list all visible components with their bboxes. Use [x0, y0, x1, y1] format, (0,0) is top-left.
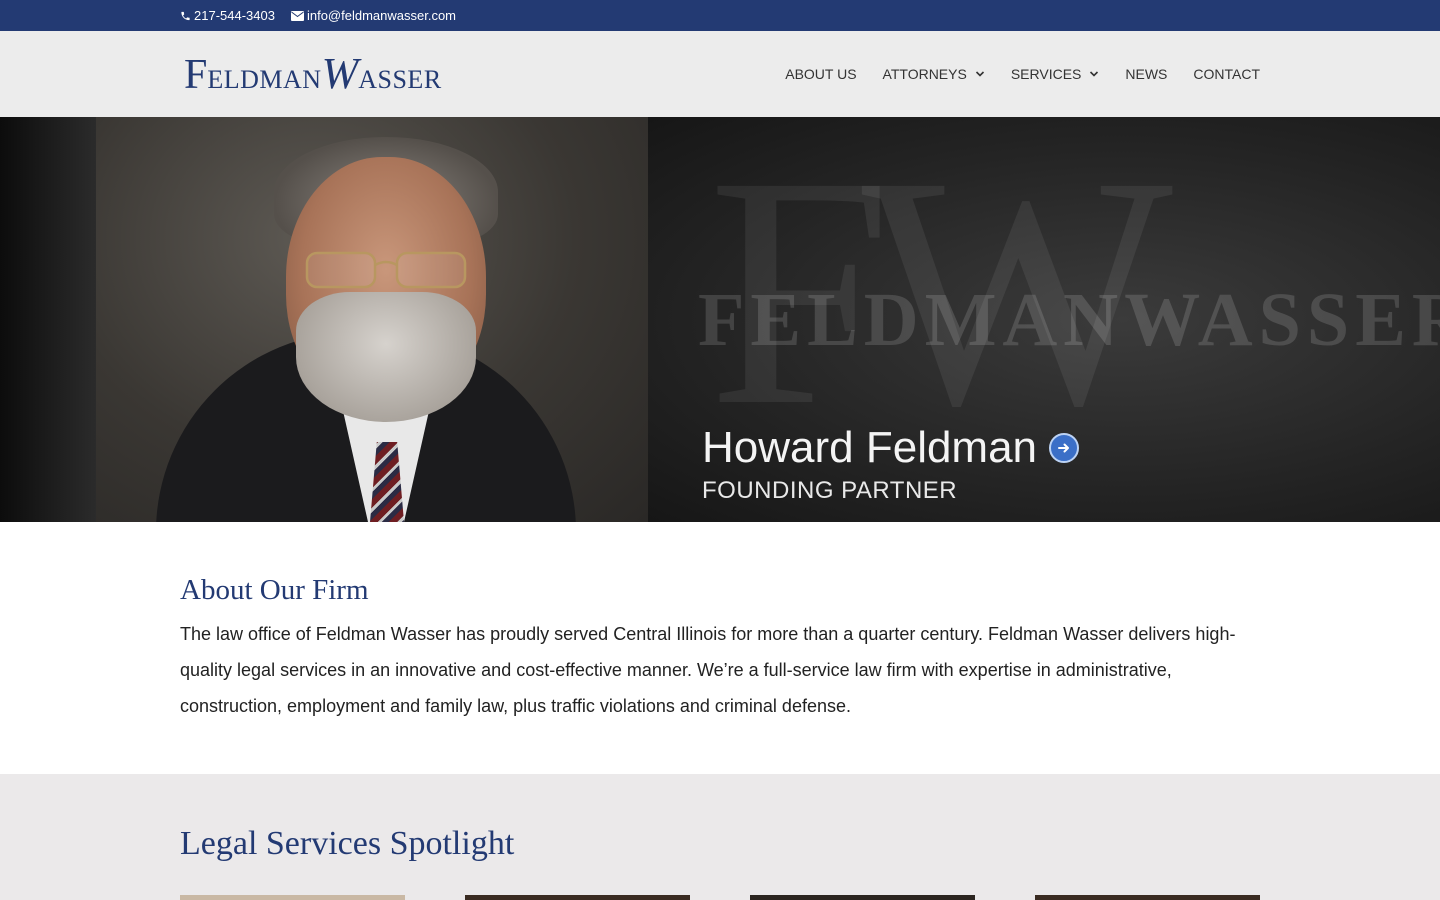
nav-services[interactable]: SERVICES	[1011, 66, 1100, 82]
nav-about-us[interactable]: ABOUT US	[785, 66, 856, 82]
site-header: F ELDMAN W ASSER ABOUT US ATTORNEYS SERV…	[0, 31, 1440, 117]
firm-watermark: FELDMANWASSER	[698, 278, 1440, 362]
envelope-icon	[290, 10, 304, 21]
hero-banner[interactable]: FW FELDMANWASSER Howard Feldman FOUNDING…	[0, 117, 1440, 522]
logo-eldman: ELDMAN	[207, 65, 322, 94]
about-section: About Our Firm The law office of Feldman…	[0, 522, 1440, 774]
spotlight-card-image[interactable]	[180, 895, 405, 900]
phone-icon	[181, 11, 190, 20]
spotlight-cards	[180, 895, 1260, 900]
nav-about-us-label: ABOUT US	[785, 66, 857, 82]
logo-w: W	[321, 49, 359, 98]
spotlight-card-image[interactable]	[465, 895, 690, 900]
nav-news-label: NEWS	[1125, 66, 1168, 82]
spotlight-title: Legal Services Spotlight	[180, 825, 515, 862]
hero-left-shadow	[0, 117, 96, 522]
logo-f: F	[184, 52, 208, 98]
arrow-right-circle-icon[interactable]	[1049, 433, 1080, 463]
hero-attorney-name: Howard Feldman	[702, 423, 1080, 473]
chevron-down-icon	[975, 71, 984, 77]
about-title: About Our Firm	[180, 574, 369, 606]
logo-asser: ASSER	[358, 65, 442, 94]
main-nav: ABOUT US ATTORNEYS SERVICES NEWS CONTACT	[759, 31, 1260, 117]
spotlight-card-image[interactable]	[750, 895, 975, 900]
portrait-beard	[296, 292, 476, 422]
services-spotlight-section: Legal Services Spotlight	[0, 774, 1440, 900]
chevron-down-icon	[1090, 71, 1099, 77]
spotlight-card-image[interactable]	[1035, 895, 1260, 900]
site-logo[interactable]: F ELDMAN W ASSER	[184, 49, 442, 99]
email-link[interactable]: info@feldmanwasser.com	[290, 8, 457, 23]
top-contact-bar: 217-544-3403 info@feldmanwasser.com	[0, 0, 1440, 31]
nav-attorneys-label: ATTORNEYS	[882, 66, 967, 82]
hero-name-text: Howard Feldman	[702, 423, 1038, 472]
nav-services-label: SERVICES	[1010, 66, 1082, 82]
nav-attorneys[interactable]: ATTORNEYS	[883, 66, 985, 82]
email-text: info@feldmanwasser.com	[306, 8, 457, 23]
nav-contact[interactable]: CONTACT	[1193, 66, 1260, 82]
nav-contact-label: CONTACT	[1193, 66, 1260, 82]
phone-text: 217-544-3403	[194, 8, 275, 23]
attorney-portrait	[96, 117, 648, 522]
phone-link[interactable]: 217-544-3403	[180, 8, 275, 23]
hero-attorney-role: FOUNDING PARTNER	[702, 477, 958, 504]
about-body: The law office of Feldman Wasser has pro…	[180, 624, 1236, 716]
nav-news[interactable]: NEWS	[1125, 66, 1167, 82]
portrait-glasses	[305, 251, 467, 289]
